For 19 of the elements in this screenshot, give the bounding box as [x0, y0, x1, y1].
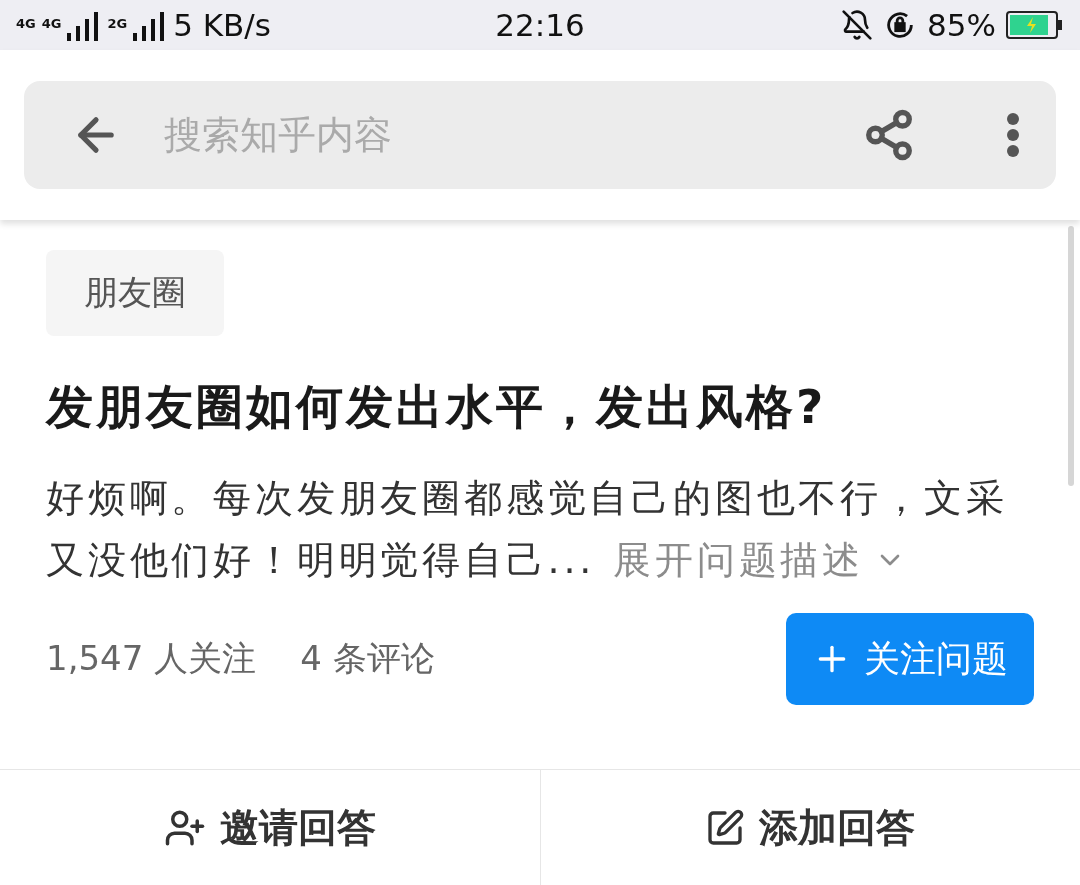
network-type: 2G	[107, 17, 128, 30]
search-field[interactable]: 搜索知乎内容	[162, 112, 822, 158]
comment-count[interactable]: 4 条评论	[300, 636, 435, 682]
network-type: 4G	[16, 17, 36, 30]
follow-button[interactable]: 关注问题	[786, 613, 1034, 705]
network-type: 4G	[41, 17, 62, 30]
bell-off-icon	[841, 9, 874, 41]
question-title: 发朋友圈如何发出水平，发出风格?	[46, 378, 828, 436]
clock: 22:16	[495, 7, 585, 43]
battery-percent: 85%	[927, 7, 996, 43]
network-speed: 5 KB/s	[173, 7, 271, 43]
more-button[interactable]	[1006, 112, 1020, 158]
topic-tag[interactable]: 朋友圈	[46, 250, 224, 336]
question-description: 好烦啊。每次发朋友圈都感觉自己的图也不行，文采又没他们好！明明觉得自己... 展开问题描述	[46, 467, 1034, 591]
battery-icon	[1006, 11, 1064, 39]
follower-count: 1,547 人关注	[46, 637, 257, 680]
search-bar[interactable]: 搜索知乎内容	[24, 81, 1056, 189]
more-icon	[1006, 112, 1020, 158]
edit-icon	[705, 807, 746, 848]
